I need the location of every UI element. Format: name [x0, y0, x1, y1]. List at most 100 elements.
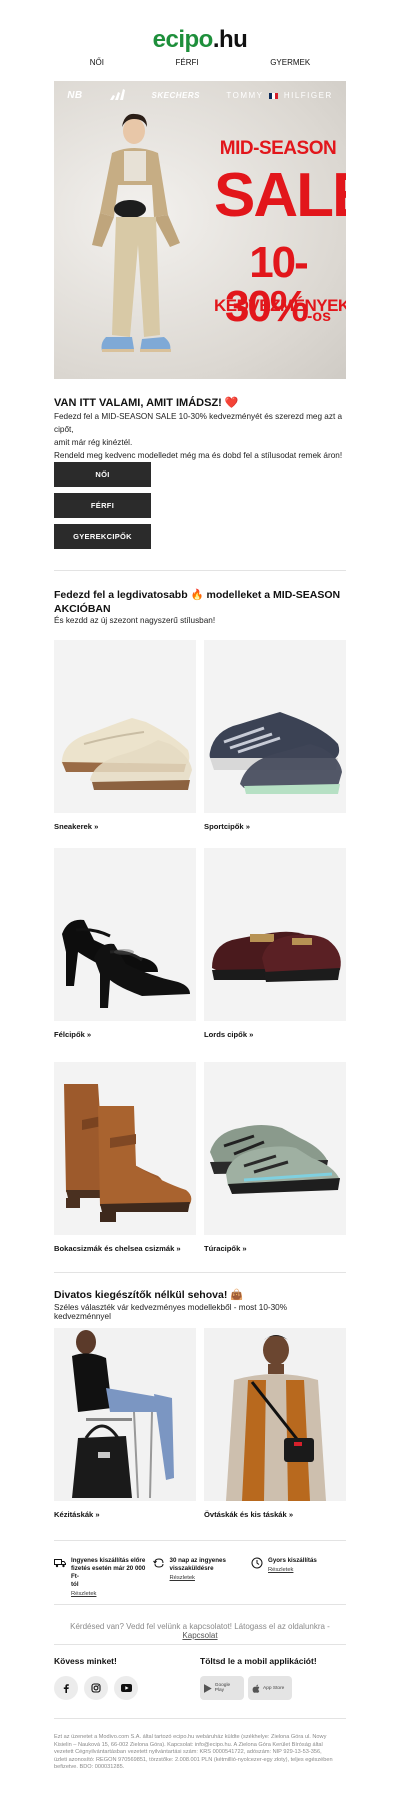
benefit-fast-delivery: Gyors kiszállítás Részletek — [251, 1557, 346, 1597]
handbag-image — [72, 1330, 174, 1499]
divider — [54, 1540, 346, 1541]
nav-women[interactable]: NŐI — [90, 58, 104, 67]
ecipo-logo[interactable]: ecipo.hu — [0, 26, 400, 54]
logo-text: ecipo — [152, 26, 214, 53]
adidas-logo — [109, 89, 126, 102]
pumps-link[interactable]: Félcipők » — [54, 1030, 91, 1039]
model-illustration — [92, 113, 180, 352]
ankle-boots-link[interactable]: Bokacsizmák és chelsea csizmák » — [54, 1244, 181, 1253]
benefit-line: tól — [71, 1581, 79, 1588]
divider — [54, 1604, 346, 1605]
benefit-text: Gyors kiszállítás Részletek — [268, 1557, 317, 1597]
loafer-image — [212, 931, 341, 982]
youtube-icon — [120, 1684, 132, 1692]
belt-bags-tile[interactable] — [204, 1328, 346, 1501]
sneakers-tile[interactable] — [54, 640, 196, 813]
loafers-tile[interactable] — [204, 848, 346, 1021]
hero-banner[interactable]: NB SKECHERS TOMMY HILFIGER MID-SEASON SA… — [54, 81, 346, 379]
details-link[interactable]: Részletek — [170, 1575, 226, 1581]
benefits-bar: Ingyenes kiszállítás előre fizetés eseté… — [54, 1557, 346, 1597]
brand-logos: NB SKECHERS TOMMY HILFIGER — [54, 89, 346, 102]
women-button[interactable]: NŐI — [54, 462, 151, 487]
benefit-free-shipping: Ingyenes kiszállítás előre fizetés eseté… — [54, 1557, 149, 1597]
divider — [54, 1644, 346, 1645]
hiking-shoes-link[interactable]: Túracipők » — [204, 1244, 247, 1253]
legal-line: befizetve. BDO: 000031285. — [54, 1764, 125, 1771]
hilfiger-text: HILFIGER — [283, 91, 333, 100]
pump-image — [62, 919, 190, 1008]
instagram-button[interactable] — [84, 1676, 108, 1700]
men-button[interactable]: FÉRFI — [54, 493, 151, 518]
youtube-button[interactable] — [114, 1676, 138, 1700]
sport-shoe-image — [209, 712, 342, 794]
benefit-text: Ingyenes kiszállítás előre fizetés eseté… — [71, 1557, 149, 1597]
benefit-free-returns: 30 nap az ingyenes visszaküldésre Részle… — [152, 1557, 248, 1597]
legal-line: Ezt az üzenetet a Modivo.com S.A. által … — [54, 1734, 327, 1740]
google-play-button[interactable]: Google Play — [200, 1676, 244, 1700]
truck-icon — [54, 1559, 66, 1568]
instagram-icon — [91, 1683, 101, 1693]
logo-domain: .hu — [212, 26, 248, 53]
shoes-section-subtitle: És kezdd az új szezont nagyszerű stílusb… — [54, 616, 216, 625]
benefit-line: 30 nap az ingyenes — [169, 1557, 226, 1564]
nav-men[interactable]: FÉRFI — [176, 58, 199, 67]
belt-bags-link[interactable]: Övtáskák és kis táskák » — [204, 1510, 293, 1519]
hiking-shoes-tile[interactable] — [204, 1062, 346, 1235]
accessories-section-subtitle: Széles választék vár kedvezményes modell… — [54, 1303, 287, 1321]
benefit-line: Gyors kiszállítás — [268, 1557, 317, 1564]
email-page: ecipo.hu NŐI FÉRFI GYERMEK NB SKECHERS T… — [0, 0, 400, 1804]
facebook-icon — [63, 1684, 69, 1693]
divider — [54, 1272, 346, 1273]
sale-percent-value: 10-30% — [224, 238, 309, 331]
contact-link[interactable]: Kapcsolat — [182, 1631, 217, 1640]
hiking-shoe-image — [210, 1125, 340, 1194]
new-balance-logo: NB — [67, 90, 83, 101]
legal-line: vezetett Cégnyilvántartásban vezetett ny… — [54, 1749, 322, 1756]
sport-shoes-tile[interactable] — [204, 640, 346, 813]
loafers-link[interactable]: Lords cipők » — [204, 1030, 253, 1039]
sale-line-mid-season: MID-SEASON — [219, 138, 337, 159]
google-play-icon — [204, 1683, 212, 1693]
title-line: Fedezd fel a legdivatosabb 🔥 modelleket … — [54, 589, 341, 601]
divider — [54, 1718, 346, 1719]
sale-line-percent: 10-30%-os — [214, 241, 342, 329]
handbags-link[interactable]: Kézitáskák » — [54, 1510, 100, 1519]
sale-line-sale: SALE — [214, 161, 346, 230]
app-store-button[interactable]: App Store — [248, 1676, 292, 1700]
facebook-button[interactable] — [54, 1676, 78, 1700]
google-play-label: Google Play — [214, 1683, 231, 1693]
belt-bag-image — [226, 1335, 326, 1501]
clock-icon — [251, 1557, 263, 1569]
sneaker-image — [61, 718, 192, 790]
details-link[interactable]: Részletek — [71, 1591, 149, 1597]
flag-icon — [269, 92, 279, 99]
benefit-line: visszaküldésre — [169, 1565, 214, 1572]
top-nav: NŐI FÉRFI GYERMEK — [54, 58, 346, 67]
pumps-tile[interactable] — [54, 848, 196, 1021]
legal-line: üzleti azonosító: REGON 970569851, törzs… — [54, 1756, 333, 1763]
contact-line: Kérdésed van? Vedd fel velünk a kapcsola… — [54, 1622, 346, 1640]
title-line: AKCIÓBAN — [54, 603, 111, 615]
apple-icon — [252, 1684, 260, 1693]
return-icon — [152, 1558, 163, 1568]
contact-question: Kérdésed van? Vedd fel velünk a kapcsola… — [70, 1622, 330, 1631]
sale-line-discounts: KEDVEZMÉNYEK — [214, 296, 346, 315]
sport-shoes-link[interactable]: Sportcipők » — [204, 822, 250, 831]
benefit-line: fizetés esetén már 20 000 Ft- — [71, 1565, 146, 1580]
app-store-label: App Store — [263, 1685, 285, 1691]
benefit-text: 30 nap az ingyenes visszaküldésre Részle… — [170, 1557, 226, 1597]
intro-line: amit már rég kinéztél. — [54, 438, 133, 447]
tommy-hilfiger-logo: TOMMY HILFIGER — [226, 91, 332, 100]
handbags-tile[interactable] — [54, 1328, 196, 1501]
nav-kids[interactable]: GYERMEK — [270, 58, 310, 67]
ankle-boot-image — [64, 1084, 192, 1222]
kids-shoes-button[interactable]: GYEREKCIPŐK — [54, 524, 151, 549]
sneakers-link[interactable]: Sneakerek » — [54, 822, 98, 831]
ankle-boots-tile[interactable] — [54, 1062, 196, 1235]
accessories-section-title: Divatos kiegészítők nélkül sehova! 👜 — [54, 1289, 244, 1301]
tommy-text: TOMMY — [226, 91, 264, 100]
details-link[interactable]: Részletek — [268, 1567, 317, 1573]
skechers-logo: SKECHERS — [151, 91, 200, 100]
intro-text: Fedezd fel a MID-SEASON SALE 10-30% kedv… — [54, 410, 346, 462]
divider — [54, 570, 346, 571]
